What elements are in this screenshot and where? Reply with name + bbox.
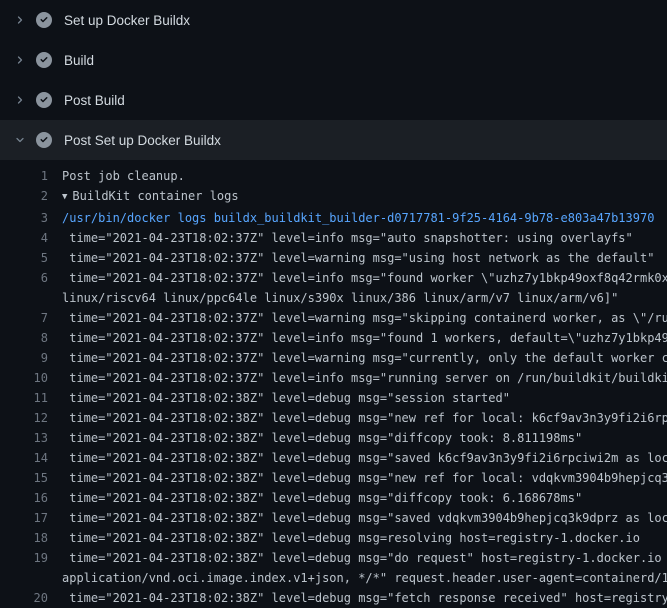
log-line: 13 time="2021-04-23T18:02:38Z" level=deb…: [0, 428, 667, 448]
log-text: application/vnd.oci.image.index.v1+json,…: [62, 568, 667, 588]
line-number[interactable]: 19: [0, 548, 62, 568]
log-text[interactable]: ▼ BuildKit container logs: [62, 186, 667, 208]
step-label: Build: [64, 53, 94, 68]
log-line: 3/usr/bin/docker logs buildx_buildkit_bu…: [0, 208, 667, 228]
step-header[interactable]: Build: [0, 40, 667, 80]
log-text: time="2021-04-23T18:02:38Z" level=debug …: [62, 588, 667, 608]
line-number[interactable]: 6: [0, 268, 62, 288]
log-line: 5 time="2021-04-23T18:02:37Z" level=warn…: [0, 248, 667, 268]
check-circle-icon: [36, 92, 52, 108]
check-circle-icon: [36, 132, 52, 148]
log-line: 10 time="2021-04-23T18:02:37Z" level=inf…: [0, 368, 667, 388]
log-line: 7 time="2021-04-23T18:02:37Z" level=warn…: [0, 308, 667, 328]
step-header[interactable]: Post Build: [0, 80, 667, 120]
line-number[interactable]: 13: [0, 428, 62, 448]
line-number[interactable]: 7: [0, 308, 62, 328]
line-number[interactable]: 3: [0, 208, 62, 228]
log-line: 19 time="2021-04-23T18:02:38Z" level=deb…: [0, 548, 667, 568]
line-number: [0, 568, 62, 588]
log-line: 1Post job cleanup.: [0, 166, 667, 186]
step-label: Set up Docker Buildx: [64, 13, 190, 28]
line-number[interactable]: 17: [0, 508, 62, 528]
log-group-label: BuildKit container logs: [72, 189, 238, 203]
log-line: 14 time="2021-04-23T18:02:38Z" level=deb…: [0, 448, 667, 468]
log-text: time="2021-04-23T18:02:37Z" level=warnin…: [62, 248, 667, 268]
log-text: time="2021-04-23T18:02:38Z" level=debug …: [62, 548, 667, 568]
log-text: time="2021-04-23T18:02:38Z" level=debug …: [62, 468, 667, 488]
line-number[interactable]: 5: [0, 248, 62, 268]
steps-list: Set up Docker Buildx Build Post Build Post …: [0, 0, 667, 160]
line-number[interactable]: 20: [0, 588, 62, 608]
log-text: time="2021-04-23T18:02:38Z" level=debug …: [62, 428, 667, 448]
check-circle-icon: [36, 52, 52, 68]
log-text: time="2021-04-23T18:02:38Z" level=debug …: [62, 448, 667, 468]
log-line: 6 time="2021-04-23T18:02:37Z" level=info…: [0, 268, 667, 288]
step-label: Post Set up Docker Buildx: [64, 133, 221, 148]
log-text: time="2021-04-23T18:02:37Z" level=info m…: [62, 228, 667, 248]
line-number[interactable]: 2: [0, 186, 62, 208]
step-label: Post Build: [64, 93, 125, 108]
line-number[interactable]: 1: [0, 166, 62, 186]
log-text: time="2021-04-23T18:02:37Z" level=warnin…: [62, 308, 667, 328]
log-lines: 1Post job cleanup.2▼ BuildKit container l…: [0, 160, 667, 608]
chevron-right-icon: [12, 92, 28, 108]
log-text: time="2021-04-23T18:02:37Z" level=warnin…: [62, 348, 667, 368]
log-line: 20 time="2021-04-23T18:02:38Z" level=deb…: [0, 588, 667, 608]
line-number[interactable]: 10: [0, 368, 62, 388]
log-line: 16 time="2021-04-23T18:02:38Z" level=deb…: [0, 488, 667, 508]
step-header[interactable]: Set up Docker Buildx: [0, 0, 667, 40]
log-line: application/vnd.oci.image.index.v1+json,…: [0, 568, 667, 588]
step-header[interactable]: Post Set up Docker Buildx: [0, 120, 667, 160]
log-text: linux/riscv64 linux/ppc64le linux/s390x …: [62, 288, 667, 308]
line-number[interactable]: 14: [0, 448, 62, 468]
line-number[interactable]: 8: [0, 328, 62, 348]
log-line: 9 time="2021-04-23T18:02:37Z" level=warn…: [0, 348, 667, 368]
log-line: linux/riscv64 linux/ppc64le linux/s390x …: [0, 288, 667, 308]
log-line: 8 time="2021-04-23T18:02:37Z" level=info…: [0, 328, 667, 348]
check-circle-icon: [36, 12, 52, 28]
line-number[interactable]: 16: [0, 488, 62, 508]
line-number: [0, 288, 62, 308]
log-text: time="2021-04-23T18:02:38Z" level=debug …: [62, 488, 667, 508]
chevron-down-icon: [12, 132, 28, 148]
log-text: time="2021-04-23T18:02:38Z" level=debug …: [62, 508, 667, 528]
log-line: 2▼ BuildKit container logs: [0, 186, 667, 208]
line-number[interactable]: 4: [0, 228, 62, 248]
line-number[interactable]: 12: [0, 408, 62, 428]
chevron-right-icon: [12, 52, 28, 68]
log-text: time="2021-04-23T18:02:38Z" level=debug …: [62, 408, 667, 428]
log-text: time="2021-04-23T18:02:38Z" level=debug …: [62, 388, 667, 408]
line-number[interactable]: 18: [0, 528, 62, 548]
log-line: 4 time="2021-04-23T18:02:37Z" level=info…: [0, 228, 667, 248]
log-command-text: /usr/bin/docker logs buildx_buildkit_bui…: [62, 208, 667, 228]
log-text: Post job cleanup.: [62, 166, 667, 186]
line-number[interactable]: 15: [0, 468, 62, 488]
log-line: 12 time="2021-04-23T18:02:38Z" level=deb…: [0, 408, 667, 428]
triangle-down-icon: ▼: [62, 187, 67, 207]
workflow-log-viewer: Set up Docker Buildx Build Post Build Post …: [0, 0, 667, 608]
log-text: time="2021-04-23T18:02:37Z" level=info m…: [62, 328, 667, 348]
log-text: time="2021-04-23T18:02:37Z" level=info m…: [62, 268, 667, 288]
log-line: 17 time="2021-04-23T18:02:38Z" level=deb…: [0, 508, 667, 528]
line-number[interactable]: 11: [0, 388, 62, 408]
log-text: time="2021-04-23T18:02:38Z" level=debug …: [62, 528, 667, 548]
log-line: 18 time="2021-04-23T18:02:38Z" level=deb…: [0, 528, 667, 548]
log-line: 11 time="2021-04-23T18:02:38Z" level=deb…: [0, 388, 667, 408]
log-line: 15 time="2021-04-23T18:02:38Z" level=deb…: [0, 468, 667, 488]
log-text: time="2021-04-23T18:02:37Z" level=info m…: [62, 368, 667, 388]
line-number[interactable]: 9: [0, 348, 62, 368]
chevron-right-icon: [12, 12, 28, 28]
